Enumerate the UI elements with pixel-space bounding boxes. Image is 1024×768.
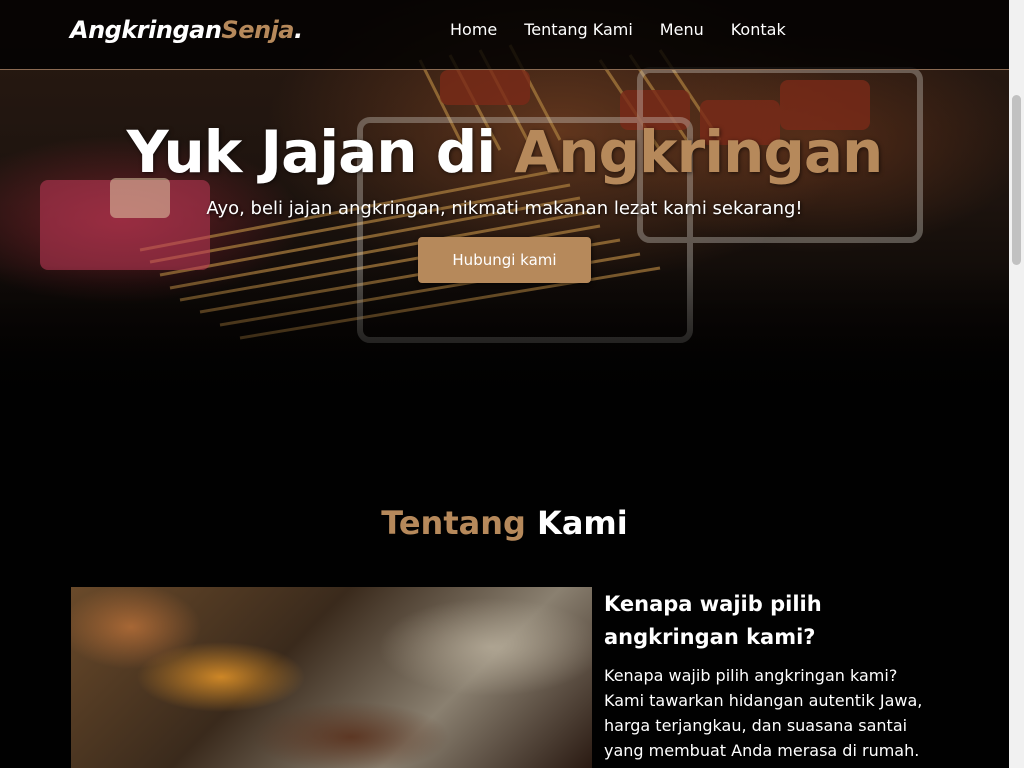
logo-main: Angkringan bbox=[70, 16, 222, 44]
hero-content: Yuk Jajan di Angkringan Ayo, beli jajan … bbox=[0, 118, 1009, 283]
about-section-title: Tentang Kami bbox=[0, 504, 1009, 542]
nav-link-home[interactable]: Home bbox=[450, 20, 497, 39]
navbar: AngkringanSenja. Home Tentang Kami Menu … bbox=[0, 0, 1009, 70]
hero-title: Yuk Jajan di Angkringan bbox=[0, 118, 1009, 186]
hero-fade-overlay bbox=[0, 265, 1009, 405]
nav-link-tentang-kami[interactable]: Tentang Kami bbox=[524, 20, 633, 39]
hero-title-accent: Angkringan bbox=[514, 118, 883, 186]
page-scrollbar[interactable] bbox=[1009, 0, 1024, 768]
about-heading: Kenapa wajib pilih angkringan kami? bbox=[604, 592, 822, 649]
about-title-main: Kami bbox=[525, 504, 628, 542]
logo-accent: Senja bbox=[221, 16, 294, 44]
nav-link-menu[interactable]: Menu bbox=[660, 20, 704, 39]
hero-subtitle: Ayo, beli jajan angkringan, nikmati maka… bbox=[206, 198, 803, 219]
brand-logo[interactable]: AngkringanSenja. bbox=[70, 16, 303, 44]
contact-cta-button[interactable]: Hubungi kami bbox=[418, 237, 591, 283]
about-description: Kenapa wajib pilih angkringan kami? Kami… bbox=[604, 666, 923, 760]
scrollbar-thumb[interactable] bbox=[1012, 95, 1021, 265]
about-image bbox=[71, 587, 592, 768]
hero-title-main: Yuk Jajan di bbox=[126, 118, 515, 186]
about-title-accent: Tentang bbox=[381, 504, 526, 542]
main-nav: Home Tentang Kami Menu Kontak bbox=[450, 20, 786, 39]
nav-link-kontak[interactable]: Kontak bbox=[731, 20, 786, 39]
logo-dot: . bbox=[294, 16, 303, 44]
